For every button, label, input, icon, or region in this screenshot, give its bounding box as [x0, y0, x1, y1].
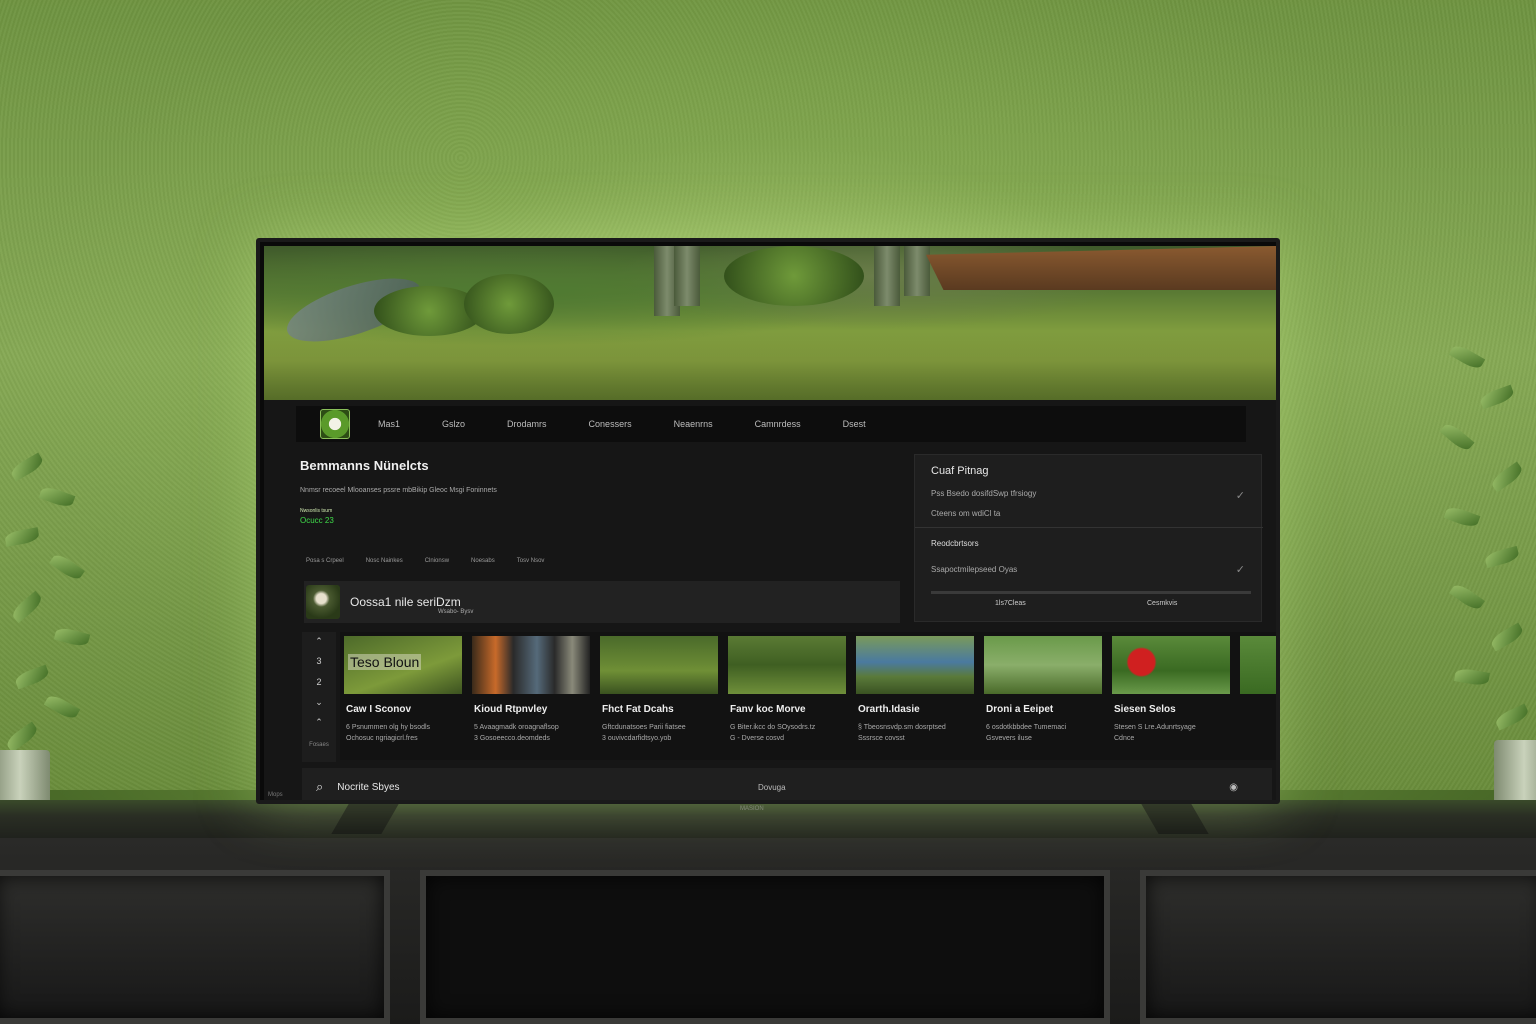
cabinet-door-right	[1140, 870, 1536, 1024]
filter-tab-5[interactable]: Tosv Nsov	[517, 558, 545, 564]
card-title: Kioud Rtpnvley	[474, 704, 548, 715]
card-line-2: Gsvevers iluse	[986, 735, 1032, 742]
page-title: Bemmanns Nünelcts	[300, 458, 429, 473]
card-line-1: G Biter.ikcc do SOysodrs.tz	[730, 724, 816, 731]
cabinet-opening	[420, 870, 1110, 1024]
card-thumbnail	[728, 636, 846, 694]
card-thumbnail	[984, 636, 1102, 694]
status-badge: Ocucc 23	[300, 516, 334, 525]
content-card[interactable]: Fhct Fat Dcahs Gftcdunatsoes Parii fiats…	[596, 632, 718, 760]
card-overlay-text: Teso Bloun	[348, 654, 422, 670]
content-card[interactable]: Teso Bloun Caw I Sconov 6 Psnummen olg h…	[340, 632, 462, 760]
card-line-1: 6 Psnummen olg hy bsodls	[346, 724, 431, 731]
bottom-bar-center[interactable]: Dovuga	[758, 783, 786, 792]
card-line-2: Cdnce	[1114, 735, 1135, 742]
plant-right	[1420, 340, 1536, 830]
card-line-2: 3 ouvivcdarfidtsyo.yob	[602, 735, 672, 742]
check-icon[interactable]: ✓	[1236, 563, 1245, 576]
side-panel-footer-left[interactable]: 1ls7Cleas	[995, 600, 1026, 607]
bottom-bar: ⌕ Nocrite Sbyes Dovuga ◉	[302, 768, 1272, 800]
filter-tab-1[interactable]: Posa s Crpeel	[306, 558, 344, 564]
card-title: Siesen Selos	[1114, 704, 1176, 715]
top-nav: Mas1 Gslzo Drodamrs Conessers Neaenrns C…	[296, 406, 1246, 442]
card-title: Orarth.Idasie	[858, 704, 920, 715]
side-panel-line-2: Cteens om wdiCl ta	[931, 509, 1001, 518]
card-thumbnail	[1240, 636, 1276, 694]
settings-icon[interactable]: ◉	[1229, 782, 1238, 793]
card-line-2: G - Dverse cosvd	[730, 735, 785, 742]
content-card[interactable]: Siesen Selos Stesen S Lre.Adunrtsyage Cd…	[1108, 632, 1230, 760]
rail-item-3[interactable]: 2	[316, 677, 321, 697]
hero-banner	[264, 246, 1276, 400]
content-card[interactable]: Orarth.Idasie § Tbeosnsvdp.sm dosrptsed …	[852, 632, 974, 760]
card-thumbnail	[600, 636, 718, 694]
nav-item-6[interactable]: Camnrdess	[755, 419, 801, 429]
card-line-2: Sssrsce covsst	[858, 735, 905, 742]
card-line-1: 6 osdotkbbdee Tumemaci	[986, 724, 1067, 731]
cabinet-door-left	[0, 870, 390, 1024]
nav-item-4[interactable]: Conessers	[589, 419, 632, 429]
side-panel-section: Reodcbrtsors	[931, 539, 979, 548]
card-title: Caw I Sconov	[346, 704, 412, 715]
side-rail: ⌃ 3 2 ⌄ ⌃ Fosaes	[302, 632, 336, 762]
card-title: Fhct Fat Dcahs	[602, 704, 674, 715]
nav-item-5[interactable]: Neaenrns	[674, 419, 713, 429]
card-line-2: Ochosuc ngriagicrl.fres	[346, 735, 418, 742]
card-line-2: 3 Gosoeecco.deomdeds	[474, 735, 550, 742]
progress-bar	[931, 591, 1251, 594]
now-playing-subtitle: Wsabo- Bysv	[438, 609, 474, 615]
tv-brand: MASION	[740, 806, 764, 812]
nav-item-7[interactable]: Dsest	[843, 419, 866, 429]
corner-label: Mops	[268, 792, 283, 798]
now-playing-thumbnail	[306, 585, 340, 619]
filter-tab-3[interactable]: Clnionsw	[425, 558, 449, 564]
side-panel: Cuaf Pitnag Pss Bsedo dosifdSwp tfrsiogy…	[914, 454, 1263, 622]
card-thumbnail	[472, 636, 590, 694]
now-playing-title: Oossa1 nile seriDzm	[350, 595, 461, 609]
search-icon[interactable]: ⌕	[316, 779, 323, 795]
hero-info: Bemmanns Nünelcts Nnmsr recoeel Mlooanse…	[300, 458, 900, 525]
nav-item-3[interactable]: Drodamrs	[507, 419, 547, 429]
app-logo[interactable]	[320, 409, 350, 439]
card-line-1: § Tbeosnsvdp.sm dosrptsed	[858, 724, 946, 731]
content-grid: Teso Bloun Caw I Sconov 6 Psnummen olg h…	[340, 632, 1276, 760]
check-icon[interactable]: ✓	[1236, 489, 1245, 502]
filter-tab-4[interactable]: Noesabs	[471, 558, 495, 564]
card-line-1: Gftcdunatsoes Parii fiatsee	[602, 724, 686, 731]
filter-tabs: Posa s Crpeel Nosc Nainkes Clnionsw Noes…	[306, 558, 544, 564]
nav-item-1[interactable]: Mas1	[378, 419, 400, 429]
card-line-1: Stesen S Lre.Adunrtsyage	[1114, 724, 1196, 731]
rail-item-1[interactable]: ⌃	[315, 636, 323, 656]
rail-item-5[interactable]: ⌃	[315, 717, 323, 737]
card-title: Droni a Eeipet	[986, 704, 1054, 715]
content-card[interactable]: Droni a Eeipet 6 osdotkbbdee Tumemaci Gs…	[980, 632, 1102, 760]
rail-item-4[interactable]: ⌄	[315, 697, 323, 717]
plant-left	[0, 440, 110, 830]
content-card[interactable]: Fanv koc Morve G Biter.ikcc do SOysodrs.…	[724, 632, 846, 760]
rail-footer: Fosaes	[309, 741, 329, 748]
page-description: Nnmsr recoeel Mlooanses pssre mbBikip Gl…	[300, 487, 497, 494]
card-line-1: 5 Avaagmadk oroagnaflsop	[474, 724, 559, 731]
bottom-bar-label[interactable]: Nocrite Sbyes	[337, 782, 399, 793]
card-thumbnail	[1112, 636, 1230, 694]
filter-tab-2[interactable]: Nosc Nainkes	[366, 558, 403, 564]
side-panel-footer-right[interactable]: Cesmkvis	[1147, 600, 1177, 607]
side-panel-line-1: Pss Bsedo dosifdSwp tfrsiogy	[931, 489, 1037, 498]
side-panel-header: Cuaf Pitnag	[931, 465, 989, 477]
nav-item-2[interactable]: Gslzo	[442, 419, 465, 429]
now-playing-row[interactable]: Oossa1 nile seriDzm Wsabo- Bysv	[304, 581, 900, 623]
card-thumbnail	[856, 636, 974, 694]
content-card-partial[interactable]	[1236, 632, 1276, 760]
content-card[interactable]: Kioud Rtpnvley 5 Avaagmadk oroagnaflsop …	[468, 632, 590, 760]
shelf-top	[0, 800, 1536, 840]
rail-item-2[interactable]: 3	[316, 656, 321, 676]
side-panel-line-3: Ssapoctmilepseed Oyas	[931, 565, 1018, 574]
tv-frame: Mas1 Gslzo Drodamrs Conessers Neaenrns C…	[256, 238, 1280, 804]
card-title: Fanv koc Morve	[730, 704, 806, 715]
tv-screen: Mas1 Gslzo Drodamrs Conessers Neaenrns C…	[264, 246, 1276, 800]
badge-caption: Nwsonlis tsum	[300, 508, 333, 514]
